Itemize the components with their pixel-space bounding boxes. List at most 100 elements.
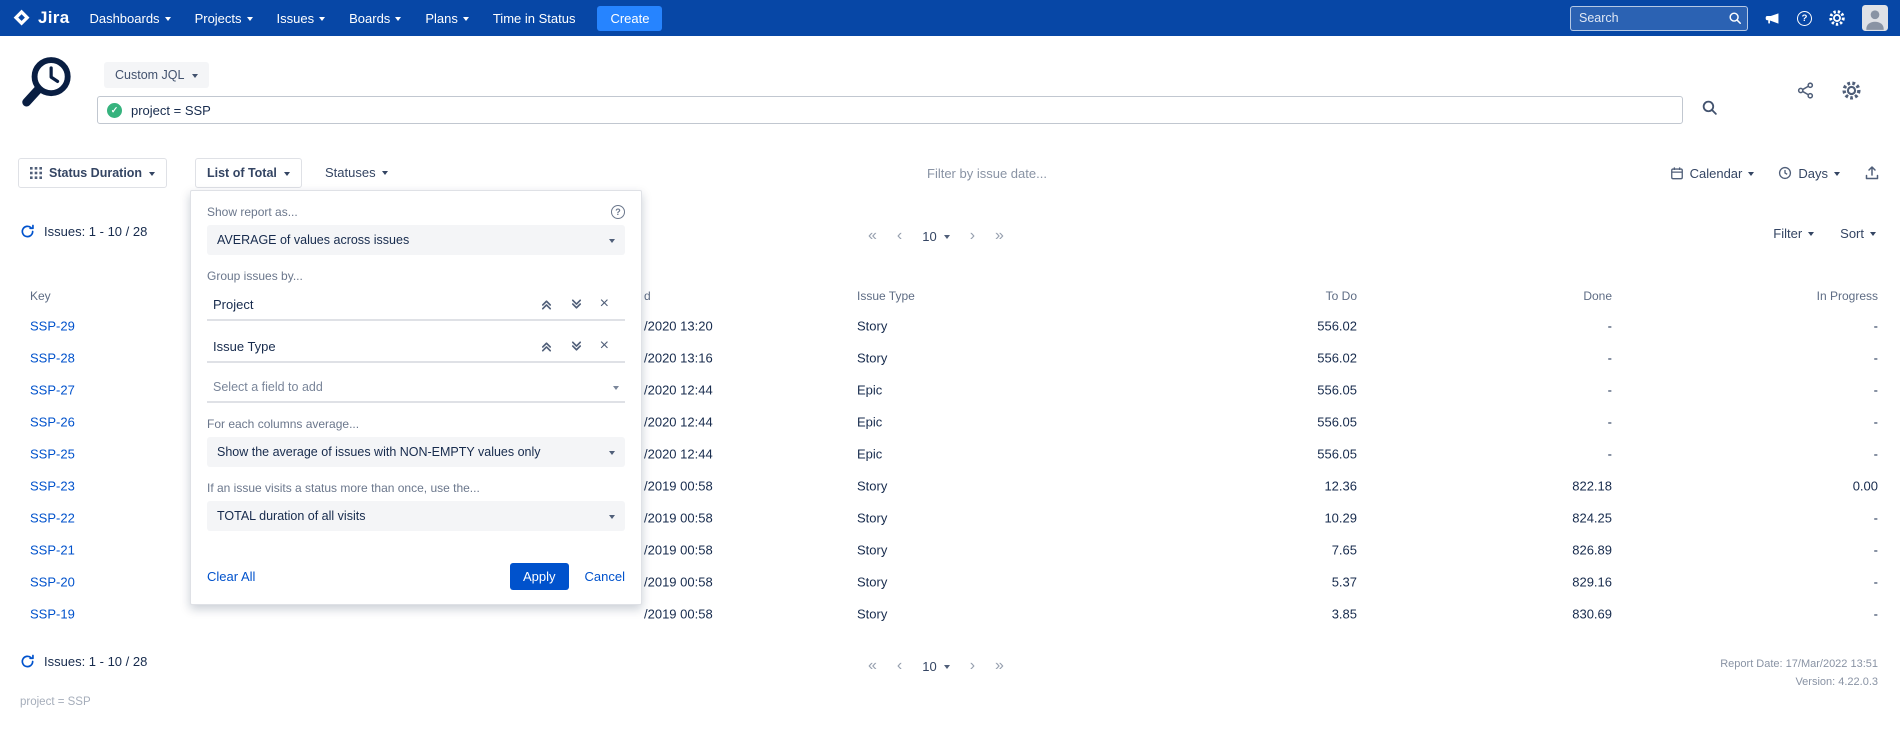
issue-key-link[interactable]: SSP-22 (30, 511, 75, 526)
page-size-select[interactable]: 10 (922, 659, 949, 674)
in-progress-value: - (1874, 319, 1878, 334)
chevron-down-icon (149, 172, 155, 176)
move-bottom-icon[interactable] (570, 340, 583, 353)
issue-key-link[interactable]: SSP-25 (30, 447, 75, 462)
report-toolbar: Status Duration List of Total Statuses F… (0, 158, 1900, 190)
nav-item-time-in-status[interactable]: Time in Status (493, 11, 576, 26)
nav-search-input[interactable] (1570, 6, 1748, 31)
cancel-link[interactable]: Cancel (585, 569, 625, 584)
issue-type: Epic (857, 383, 882, 398)
nav-item-boards[interactable]: Boards (349, 11, 401, 26)
to-do-value: 556.05 (1317, 415, 1357, 430)
nav-item-issues[interactable]: Issues (277, 11, 326, 26)
chevron-down-icon (944, 235, 950, 239)
done-value: - (1608, 351, 1612, 366)
panel-help-icon[interactable]: ? (611, 205, 625, 219)
to-do-value: 10.29 (1324, 511, 1357, 526)
done-value: 824.25 (1572, 511, 1612, 526)
group-field-row: Project × (207, 289, 625, 321)
issue-key-link[interactable]: SSP-29 (30, 319, 75, 334)
last-page-button[interactable]: » (995, 228, 1004, 244)
issue-type: Story (857, 607, 887, 622)
toolbar-right: Calendar Days (1670, 165, 1880, 181)
next-page-button[interactable]: › (970, 658, 975, 674)
column-header-to-do[interactable]: To Do (1326, 289, 1357, 303)
apply-button[interactable]: Apply (510, 563, 569, 590)
page-size-select[interactable]: 10 (922, 229, 949, 244)
last-page-button[interactable]: » (995, 658, 1004, 674)
pagination: « ‹ 10 › » (868, 222, 1004, 250)
columns-average-select[interactable]: Show the average of issues with NON-EMPT… (207, 437, 625, 467)
chevron-down-icon (192, 74, 198, 78)
issue-key-link[interactable]: SSP-26 (30, 415, 75, 430)
jql-header: Custom JQL ✓ project = SSP (0, 36, 1900, 158)
search-icon (1728, 11, 1742, 30)
move-top-icon[interactable] (540, 298, 553, 311)
issue-key-link[interactable]: SSP-19 (30, 607, 75, 622)
visits-select[interactable]: TOTAL duration of all visits (207, 501, 625, 531)
announcement-icon[interactable] (1764, 10, 1781, 27)
to-do-value: 7.65 (1332, 543, 1357, 558)
calendar-button[interactable]: Calendar (1670, 166, 1755, 181)
refresh-icon[interactable] (20, 654, 35, 669)
prev-page-button[interactable]: ‹ (897, 228, 902, 244)
column-header-created[interactable]: d (644, 289, 651, 303)
help-icon[interactable]: ? (1797, 11, 1812, 26)
next-page-button[interactable]: › (970, 228, 975, 244)
jql-mode-button[interactable]: Custom JQL (104, 62, 209, 88)
settings-gear-icon[interactable] (1841, 80, 1862, 101)
issue-key-link[interactable]: SSP-20 (30, 575, 75, 590)
jql-search-button[interactable] (1701, 99, 1718, 116)
visits-label: If an issue visits a status more than on… (207, 481, 625, 495)
in-progress-value: - (1874, 383, 1878, 398)
column-header-in-progress[interactable]: In Progress (1817, 289, 1878, 303)
refresh-icon[interactable] (20, 224, 35, 239)
issue-key-link[interactable]: SSP-28 (30, 351, 75, 366)
nav-search (1570, 6, 1748, 31)
panel-footer: Clear All Apply Cancel (207, 563, 625, 590)
to-do-value: 3.85 (1332, 607, 1357, 622)
report-type-button[interactable]: Status Duration (18, 158, 167, 188)
issue-date-filter-input[interactable]: Filter by issue date... (927, 166, 1047, 181)
issue-created: /2019 00:58 (644, 511, 713, 526)
issue-key-link[interactable]: SSP-27 (30, 383, 75, 398)
jira-home-link[interactable]: Jira (12, 8, 69, 28)
move-bottom-icon[interactable] (570, 298, 583, 311)
report-as-select[interactable]: AVERAGE of values across issues (207, 225, 625, 255)
nav-item-dashboards[interactable]: Dashboards (89, 11, 170, 26)
create-button[interactable]: Create (597, 6, 662, 31)
remove-field-icon[interactable]: × (600, 338, 609, 354)
time-units-button[interactable]: Days (1778, 166, 1840, 181)
nav-menu: Dashboards Projects Issues Boards Plans … (89, 11, 575, 26)
group-field-name: Project (213, 297, 253, 312)
to-do-value: 556.05 (1317, 383, 1357, 398)
share-icon[interactable] (1796, 81, 1815, 100)
jql-valid-icon: ✓ (107, 103, 122, 118)
issue-key-link[interactable]: SSP-23 (30, 479, 75, 494)
prev-page-button[interactable]: ‹ (897, 658, 902, 674)
issue-key-link[interactable]: SSP-21 (30, 543, 75, 558)
move-top-icon[interactable] (540, 340, 553, 353)
statuses-button[interactable]: Statuses (325, 165, 388, 180)
remove-field-icon[interactable]: × (600, 296, 609, 312)
view-mode-button[interactable]: List of Total (195, 158, 302, 188)
first-page-button[interactable]: « (868, 658, 877, 674)
in-progress-value: - (1874, 511, 1878, 526)
gear-icon[interactable] (1828, 9, 1846, 27)
sort-button[interactable]: Sort (1840, 226, 1876, 241)
done-value: - (1608, 415, 1612, 430)
nav-item-projects[interactable]: Projects (195, 11, 253, 26)
column-header-done[interactable]: Done (1583, 289, 1612, 303)
report-meta: Report Date: 17/Mar/2022 13:51 Version: … (1720, 655, 1878, 691)
user-avatar[interactable] (1862, 5, 1888, 31)
jql-input[interactable]: ✓ project = SSP (97, 96, 1683, 124)
first-page-button[interactable]: « (868, 228, 877, 244)
nav-item-plans[interactable]: Plans (425, 11, 469, 26)
export-icon[interactable] (1864, 165, 1880, 181)
filter-button[interactable]: Filter (1773, 226, 1814, 241)
column-header-issue-type[interactable]: Issue Type (857, 289, 915, 303)
clear-all-link[interactable]: Clear All (207, 569, 255, 584)
column-header-key[interactable]: Key (30, 289, 51, 303)
add-field-select[interactable]: Select a field to add (207, 373, 625, 403)
jql-text: project = SSP (131, 103, 211, 118)
